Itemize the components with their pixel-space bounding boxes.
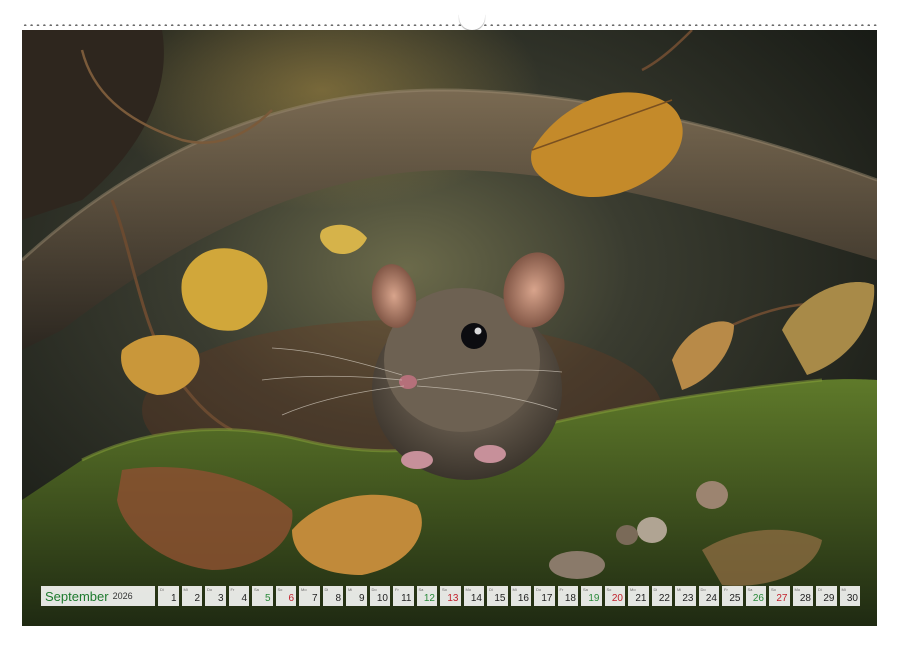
day-cell: So 13 (440, 586, 461, 606)
day-cell: Fr 11 (393, 586, 414, 606)
day-cell: Do 3 (205, 586, 226, 606)
day-cell: Sa 19 (581, 586, 602, 606)
weekday-label: So (606, 587, 612, 592)
day-number: 25 (729, 593, 741, 604)
weekday-label: Mi (512, 587, 517, 592)
day-cell: Do 24 (698, 586, 719, 606)
day-cell: Do 17 (534, 586, 555, 606)
weekday-label: Mo (465, 587, 472, 592)
day-number: 30 (846, 593, 858, 604)
weekday-label: Sa (254, 587, 259, 592)
day-cell: Mo 7 (299, 586, 320, 606)
day-number: 5 (264, 593, 271, 604)
weekday-label: Do (700, 587, 706, 592)
hanger-notch (459, 14, 485, 30)
day-number: 14 (470, 593, 482, 604)
day-number: 24 (705, 593, 717, 604)
day-number: 10 (376, 593, 388, 604)
weekday-label: Fr (395, 587, 399, 592)
day-number: 12 (423, 593, 435, 604)
day-cell: Fr 25 (722, 586, 743, 606)
day-cell: So 6 (275, 586, 296, 606)
weekday-label: Do (371, 587, 377, 592)
weekday-label: Sa (747, 587, 753, 592)
day-cell: Sa 5 (252, 586, 273, 606)
day-cell: Mi 30 (839, 586, 860, 606)
weekday-label: So (771, 587, 776, 592)
day-number: 27 (776, 593, 788, 604)
day-number: 21 (635, 593, 647, 604)
day-number: 1 (170, 593, 177, 604)
day-number: 22 (658, 593, 670, 604)
weekday-label: So (277, 587, 283, 592)
day-cell: Fr 4 (228, 586, 249, 606)
month-label-box: September 2026 (41, 586, 155, 606)
day-number: 7 (311, 593, 318, 604)
weekday-label: Di (160, 587, 164, 592)
day-number: 28 (799, 593, 811, 604)
day-cell: Mi 9 (346, 586, 367, 606)
day-number: 20 (611, 593, 623, 604)
weekday-label: Fr (559, 587, 564, 592)
day-cell: Di 8 (322, 586, 343, 606)
day-cell: Mi 23 (675, 586, 696, 606)
mouse-forest-illustration (22, 30, 877, 626)
day-number: 6 (288, 593, 294, 604)
day-cell: So 20 (604, 586, 625, 606)
day-cell: Mo 21 (628, 586, 649, 606)
binding-holes (22, 24, 877, 26)
day-number: 8 (335, 593, 341, 604)
day-number: 9 (358, 593, 365, 604)
day-cell: Do 10 (369, 586, 390, 606)
calendar-photo (22, 30, 877, 626)
weekday-label: Mo (630, 587, 636, 592)
day-cell: Mo 28 (792, 586, 813, 606)
day-cell: Sa 26 (745, 586, 766, 606)
day-number: 3 (217, 593, 224, 604)
year: 2026 (112, 591, 133, 601)
weekday-label: Do (207, 587, 213, 592)
day-cell: Di 15 (487, 586, 508, 606)
month-name: September (45, 588, 109, 604)
day-number: 2 (194, 593, 200, 604)
weekday-label: Sa (418, 587, 424, 592)
day-cell: Mi 16 (510, 586, 531, 606)
day-number: 18 (564, 593, 576, 604)
day-number: 13 (447, 593, 459, 604)
day-cell: Di 1 (158, 586, 179, 606)
weekday-label: Mi (183, 587, 188, 592)
weekday-label: Mo (301, 587, 307, 592)
day-number: 17 (541, 593, 553, 604)
weekday-label: Mi (841, 587, 846, 592)
weekday-label: Mi (677, 587, 682, 592)
day-number: 11 (401, 593, 412, 604)
calendar-strip: September 2026 Di 1 Mi 2 Do 3 Fr 4 Sa 5 So 6 Mo 7 Di 8 M… (41, 586, 863, 606)
weekday-label: Di (653, 587, 658, 592)
weekday-label: Mo (794, 587, 801, 592)
day-number: 19 (588, 593, 600, 604)
weekday-label: Sa (583, 587, 588, 592)
weekday-label: Fr (724, 587, 728, 592)
day-number: 16 (517, 593, 529, 604)
day-cell: Di 22 (651, 586, 672, 606)
weekday-label: Do (536, 587, 542, 592)
day-number: 29 (823, 593, 835, 604)
day-cell: Sa 12 (416, 586, 437, 606)
weekday-label: Di (324, 587, 329, 592)
day-number: 4 (241, 593, 247, 604)
weekday-label: Mi (348, 587, 353, 592)
weekday-label: So (442, 587, 447, 592)
day-number: 15 (494, 593, 506, 604)
day-cell: Fr 18 (557, 586, 578, 606)
day-number: 23 (682, 593, 694, 604)
day-cell: Di 29 (816, 586, 837, 606)
day-cell: Mo 14 (463, 586, 484, 606)
day-cells: Di 1 Mi 2 Do 3 Fr 4 Sa 5 So 6 Mo 7 Di 8 Mi 9 Do 10 Fr 11 Sa 12 S… (158, 586, 863, 606)
weekday-label: Di (489, 587, 493, 592)
day-cell: So 27 (769, 586, 790, 606)
weekday-label: Di (818, 587, 822, 592)
weekday-label: Fr (230, 587, 235, 592)
day-number: 26 (752, 593, 764, 604)
day-cell: Mi 2 (181, 586, 202, 606)
